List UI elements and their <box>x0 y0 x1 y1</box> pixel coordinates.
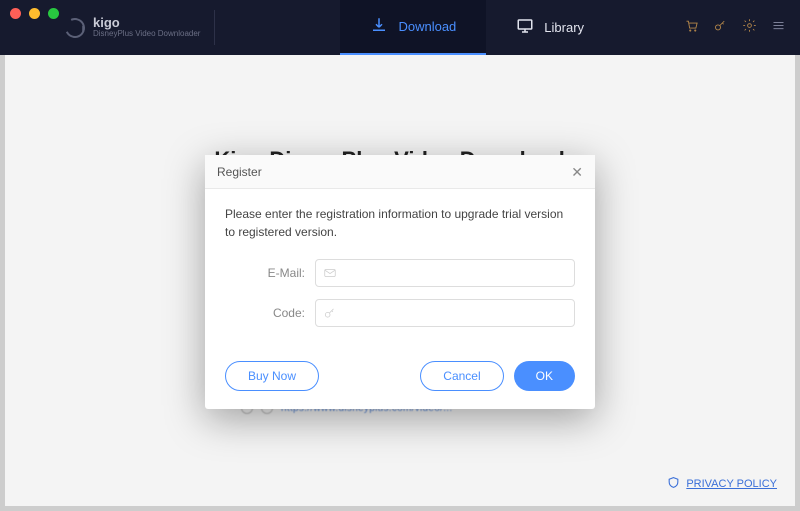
minimize-window-icon[interactable] <box>29 8 40 19</box>
code-field[interactable] <box>315 299 575 327</box>
download-icon <box>370 16 388 37</box>
brand-name: kigo <box>93 16 200 30</box>
monitor-icon <box>516 17 534 38</box>
tab-download[interactable]: Download <box>340 0 486 55</box>
gear-icon[interactable] <box>742 18 757 38</box>
close-window-icon[interactable] <box>10 8 21 19</box>
tab-library-label: Library <box>544 20 584 35</box>
window-controls <box>0 0 59 55</box>
main-tabs: Download Library <box>340 0 614 55</box>
modal-body: Please enter the registration informatio… <box>205 189 595 351</box>
cancel-button[interactable]: Cancel <box>420 361 503 391</box>
modal-header: Register ✕ <box>205 155 595 189</box>
modal-footer: Buy Now Cancel OK <box>205 351 595 409</box>
email-label: E-Mail: <box>225 266 315 280</box>
menu-icon[interactable] <box>771 18 786 38</box>
code-row: Code: <box>225 299 575 327</box>
tab-download-label: Download <box>398 19 456 34</box>
toolbar-right <box>684 0 800 55</box>
email-field[interactable] <box>315 259 575 287</box>
brand: kigo DisneyPlus Video Downloader <box>65 10 215 45</box>
modal-instructions: Please enter the registration informatio… <box>225 205 575 241</box>
email-row: E-Mail: <box>225 259 575 287</box>
brand-subtitle: DisneyPlus Video Downloader <box>93 30 200 39</box>
ok-button[interactable]: OK <box>514 361 575 391</box>
cart-icon[interactable] <box>684 18 699 38</box>
shield-icon <box>667 476 680 492</box>
modal-title: Register <box>217 165 262 179</box>
buy-now-button[interactable]: Buy Now <box>225 361 319 391</box>
privacy-policy-link[interactable]: PRIVACY POLICY <box>667 476 777 492</box>
close-icon[interactable]: ✕ <box>571 165 583 179</box>
mail-icon <box>323 266 337 280</box>
zoom-window-icon[interactable] <box>48 8 59 19</box>
brand-logo-icon <box>62 15 88 41</box>
key-small-icon <box>323 306 337 320</box>
key-icon[interactable] <box>713 18 728 38</box>
tab-library[interactable]: Library <box>486 0 614 55</box>
titlebar: kigo DisneyPlus Video Downloader Downloa… <box>0 0 800 55</box>
code-label: Code: <box>225 306 315 320</box>
privacy-policy-label: PRIVACY POLICY <box>686 478 777 490</box>
register-modal: Register ✕ Please enter the registration… <box>205 155 595 409</box>
